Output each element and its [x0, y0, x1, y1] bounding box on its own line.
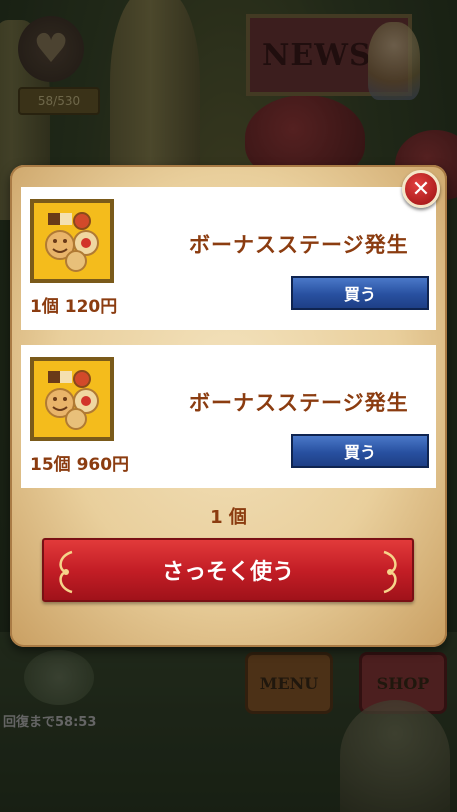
use-now-label: さっそく使う [161, 560, 294, 585]
flourish-icon [59, 550, 73, 594]
cookie-item-icon [30, 357, 114, 441]
close-icon[interactable]: ✕ [402, 170, 440, 208]
buy-button[interactable]: 買う [291, 434, 429, 468]
cookie-item-icon [30, 199, 114, 283]
use-now-button[interactable]: さっそく使う [42, 538, 414, 602]
item-card: ボーナスステージ発生 15個 960円 買う [21, 345, 436, 488]
item-quantity-price: 1個 120円 [30, 297, 118, 317]
flourish-icon [383, 550, 397, 594]
buy-button[interactable]: 買う [291, 276, 429, 310]
item-card: ボーナスステージ発生 1個 120円 買う [21, 187, 436, 330]
item-quantity-price: 15個 960円 [30, 455, 130, 475]
owned-count: 1 個 [210, 507, 247, 528]
item-title: ボーナスステージ発生 [189, 391, 409, 415]
item-title: ボーナスステージ発生 [189, 233, 409, 257]
